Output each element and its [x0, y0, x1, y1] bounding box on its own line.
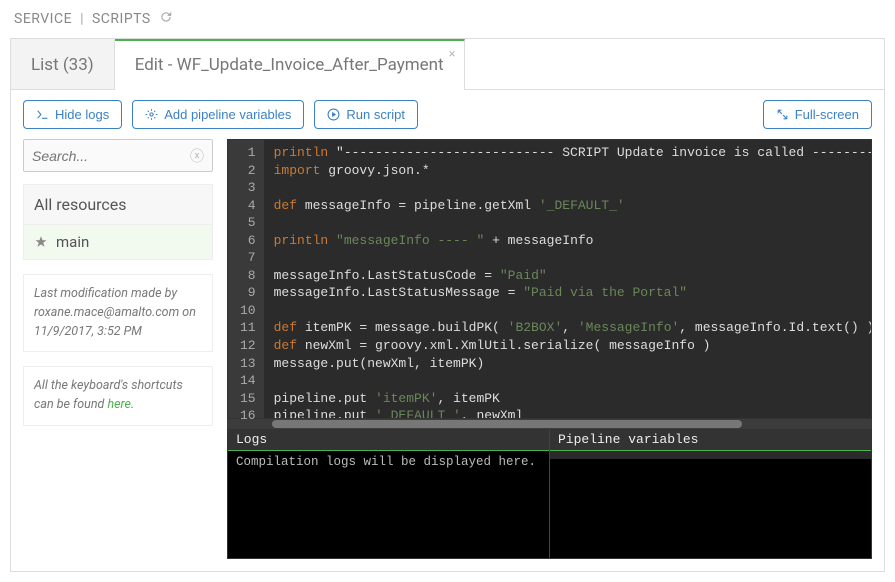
tab-list[interactable]: List (33) [11, 39, 115, 89]
resource-tree: All resources main [23, 184, 213, 260]
fullscreen-label: Full-screen [795, 107, 859, 122]
line-gutter: 1234567891011121314151617 [228, 140, 264, 418]
logs-pane-body: Compilation logs will be displayed here. [228, 451, 549, 558]
search-input[interactable] [32, 148, 204, 164]
toolbar: Hide logs Add pipeline variables Run scr… [11, 90, 884, 139]
tab-edit-label: Edit - WF_Update_Invoice_After_Payment [135, 55, 444, 75]
expand-icon [776, 108, 789, 121]
shortcuts-note: All the keyboard's shortcuts can be foun… [23, 366, 213, 426]
hide-logs-button[interactable]: Hide logs [23, 100, 122, 129]
search-field[interactable]: ⓧ [23, 139, 213, 172]
code-editor[interactable]: 1234567891011121314151617 println "-----… [227, 139, 872, 419]
breadcrumb-service[interactable]: SERVICE [14, 11, 72, 27]
vars-pane: Pipeline variables [549, 429, 871, 558]
tab-bar: List (33) Edit - WF_Update_Invoice_After… [11, 39, 884, 90]
run-script-label: Run script [346, 107, 405, 122]
tab-list-label: List (33) [31, 55, 94, 75]
hide-logs-label: Hide logs [55, 107, 109, 122]
terminal-icon [36, 108, 49, 121]
tab-edit[interactable]: Edit - WF_Update_Invoice_After_Payment × [115, 39, 465, 89]
resource-item-main[interactable]: main [24, 225, 212, 259]
star-icon [34, 235, 48, 249]
logs-pane: Logs Compilation logs will be displayed … [228, 429, 549, 558]
vars-pane-body [550, 451, 871, 459]
bottom-panes: Logs Compilation logs will be displayed … [227, 429, 872, 559]
last-modification-note: Last modification made by roxane.mace@am… [23, 274, 213, 352]
shortcuts-link[interactable]: here [107, 397, 131, 412]
code-content[interactable]: println "--------------------------- SCR… [264, 140, 871, 418]
all-resources-header[interactable]: All resources [24, 185, 212, 225]
close-icon[interactable]: × [449, 47, 456, 62]
resource-item-label: main [56, 233, 89, 251]
horizontal-scrollbar[interactable] [227, 419, 872, 429]
run-script-button[interactable]: Run script [314, 100, 418, 129]
fullscreen-button[interactable]: Full-screen [763, 100, 872, 129]
gear-icon [145, 108, 158, 121]
logs-pane-title: Logs [228, 429, 549, 451]
breadcrumb-separator: | [80, 11, 84, 27]
play-icon [327, 108, 340, 121]
sidebar: ⓧ All resources main Last modification m… [23, 139, 213, 559]
breadcrumb: SERVICE | SCRIPTS [0, 0, 895, 38]
breadcrumb-scripts[interactable]: SCRIPTS [92, 11, 151, 27]
vars-pane-title: Pipeline variables [550, 429, 871, 451]
refresh-icon[interactable] [159, 10, 173, 28]
add-vars-button[interactable]: Add pipeline variables [132, 100, 304, 129]
main-panel: List (33) Edit - WF_Update_Invoice_After… [10, 38, 885, 572]
scrollbar-thumb[interactable] [272, 420, 742, 428]
add-vars-label: Add pipeline variables [164, 107, 291, 122]
clear-icon[interactable]: ⓧ [190, 146, 204, 166]
editor-area: 1234567891011121314151617 println "-----… [227, 139, 872, 559]
